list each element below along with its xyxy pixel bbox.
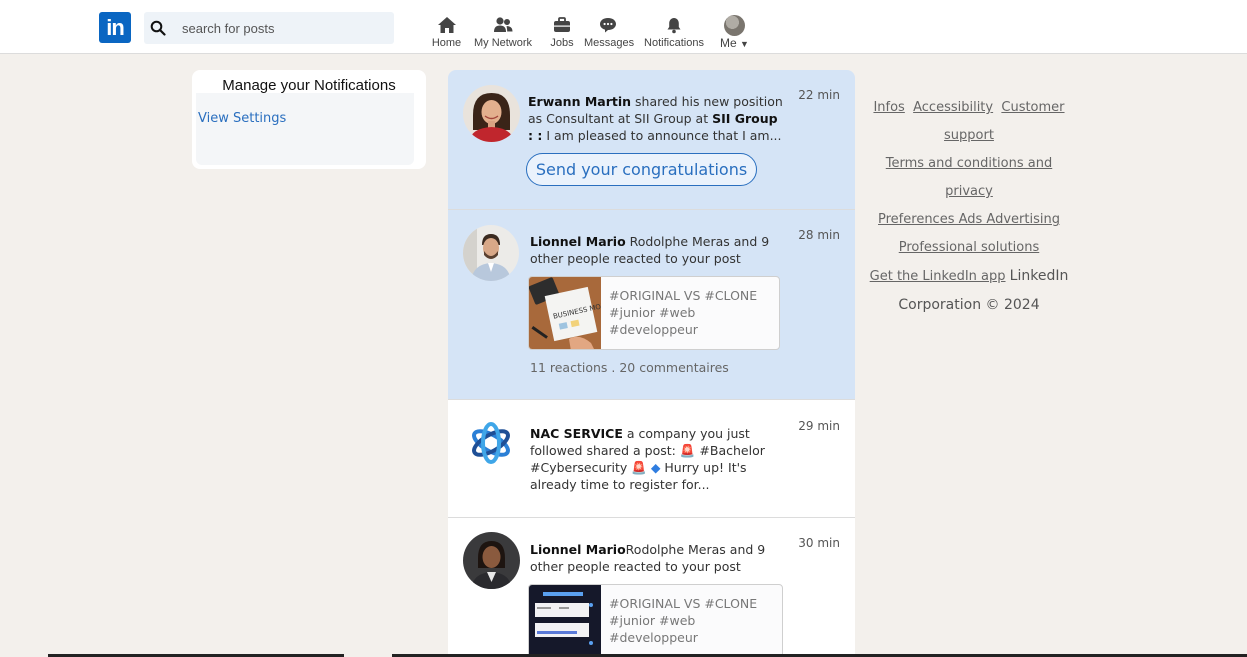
post-preview-card[interactable]: #ORIGINAL VS #CLONE #junior #web #develo…: [528, 584, 783, 657]
avatar: [724, 15, 745, 36]
footer-link-terms[interactable]: Terms and conditions and privacy: [886, 156, 1052, 199]
view-settings-link[interactable]: View Settings: [198, 111, 286, 126]
post-preview-card[interactable]: BUSINESS MODEL #ORIGINAL VS #CLONE #juni…: [528, 276, 780, 350]
nav-notifications[interactable]: Notifications: [642, 16, 706, 54]
avatar: [463, 225, 519, 281]
timestamp: 22 min: [798, 88, 840, 102]
timestamp: 29 min: [798, 419, 840, 433]
send-congratulations-button[interactable]: Send your congratulations: [526, 153, 757, 186]
linkedin-logo[interactable]: in: [99, 12, 131, 43]
home-icon: [437, 17, 456, 33]
footer-link-preferences-ads[interactable]: Preferences Ads Advertising: [878, 212, 1060, 227]
siren-icon: 🚨: [679, 443, 696, 458]
network-icon: [494, 17, 513, 32]
nav-messages-label: Messages: [584, 37, 635, 49]
caret-down-icon: ▼: [740, 39, 749, 49]
nav-home[interactable]: Home: [430, 16, 463, 54]
footer-links: Infos Accessibility Customer support Ter…: [865, 94, 1073, 320]
footer-link-professional-solutions[interactable]: Professional solutions: [899, 240, 1040, 255]
post-stats[interactable]: 11 reactions . 20 commentaires: [530, 360, 729, 375]
briefcase-icon: [554, 17, 570, 32]
footer-link-get-app[interactable]: Get the LinkedIn app: [870, 269, 1006, 284]
nav-me-text: Me: [720, 36, 737, 50]
avatar: [463, 85, 520, 142]
nav-home-label: Home: [431, 37, 462, 49]
nav-me-label: Me ▼: [718, 36, 751, 50]
notification-item[interactable]: NAC SERVICE a company you just followed …: [448, 400, 855, 518]
post-thumbnail: BUSINESS MODEL: [529, 277, 601, 349]
bell-icon: [667, 18, 681, 34]
notification-text: Lionnel MarioRodolphe Meras and 9 other …: [530, 541, 792, 575]
actor-name[interactable]: Lionnel Mario: [530, 542, 626, 557]
footer-link-infos[interactable]: Infos: [873, 100, 904, 115]
nav-jobs-label: Jobs: [550, 37, 574, 49]
manage-notifications-title: Manage your Notifications: [222, 77, 396, 94]
search-icon: [150, 20, 166, 36]
nav-my-network[interactable]: My Network: [472, 16, 534, 54]
avatar: [463, 532, 520, 589]
manage-notifications-card: Manage your Notifications View Settings: [192, 70, 426, 169]
nav-jobs[interactable]: Jobs: [548, 16, 576, 54]
post-hashtags: #ORIGINAL VS #CLONE #junior #web #develo…: [609, 288, 758, 337]
siren-icon: 🚨: [631, 460, 647, 475]
actor-name[interactable]: Lionnel Mario: [530, 234, 626, 249]
post-hashtags: #ORIGINAL VS #CLONE #junior #web #develo…: [609, 596, 758, 645]
notification-text: Lionnel Mario Rodolphe Meras and 9 other…: [530, 233, 786, 267]
notification-item[interactable]: Lionnel Mario Rodolphe Meras and 9 other…: [448, 210, 855, 400]
timestamp: 30 min: [798, 536, 840, 550]
actor-name[interactable]: NAC SERVICE: [530, 426, 623, 441]
post-thumbnail: [529, 585, 601, 657]
nav-notifications-label: Notifications: [644, 37, 704, 49]
top-navbar: in Home My Network Jobs: [0, 0, 1247, 54]
footer-link-accessibility[interactable]: Accessibility: [913, 100, 993, 115]
search-input[interactable]: [182, 12, 382, 44]
notification-item[interactable]: Lionnel MarioRodolphe Meras and 9 other …: [448, 518, 855, 657]
nav-me[interactable]: Me ▼: [718, 15, 751, 54]
blue-diamond-icon: ◆: [650, 460, 661, 475]
company-logo: [463, 415, 519, 471]
timestamp: 28 min: [798, 228, 840, 242]
search-box[interactable]: [144, 12, 394, 44]
notification-body-rest: I am pleased to announce that I am...: [542, 128, 782, 143]
notification-text: NAC SERVICE a company you just followed …: [530, 425, 786, 493]
notification-item[interactable]: Erwann Martin shared his new position as…: [448, 70, 855, 210]
notifications-feed: Erwann Martin shared his new position as…: [448, 70, 855, 657]
notification-text: Erwann Martin shared his new position as…: [528, 93, 784, 144]
nav-my-network-label: My Network: [473, 37, 533, 49]
messages-icon: [600, 18, 616, 33]
nav-messages[interactable]: Messages: [584, 16, 635, 54]
manage-notifications-body: [196, 93, 414, 165]
actor-name[interactable]: Erwann Martin: [528, 94, 631, 109]
